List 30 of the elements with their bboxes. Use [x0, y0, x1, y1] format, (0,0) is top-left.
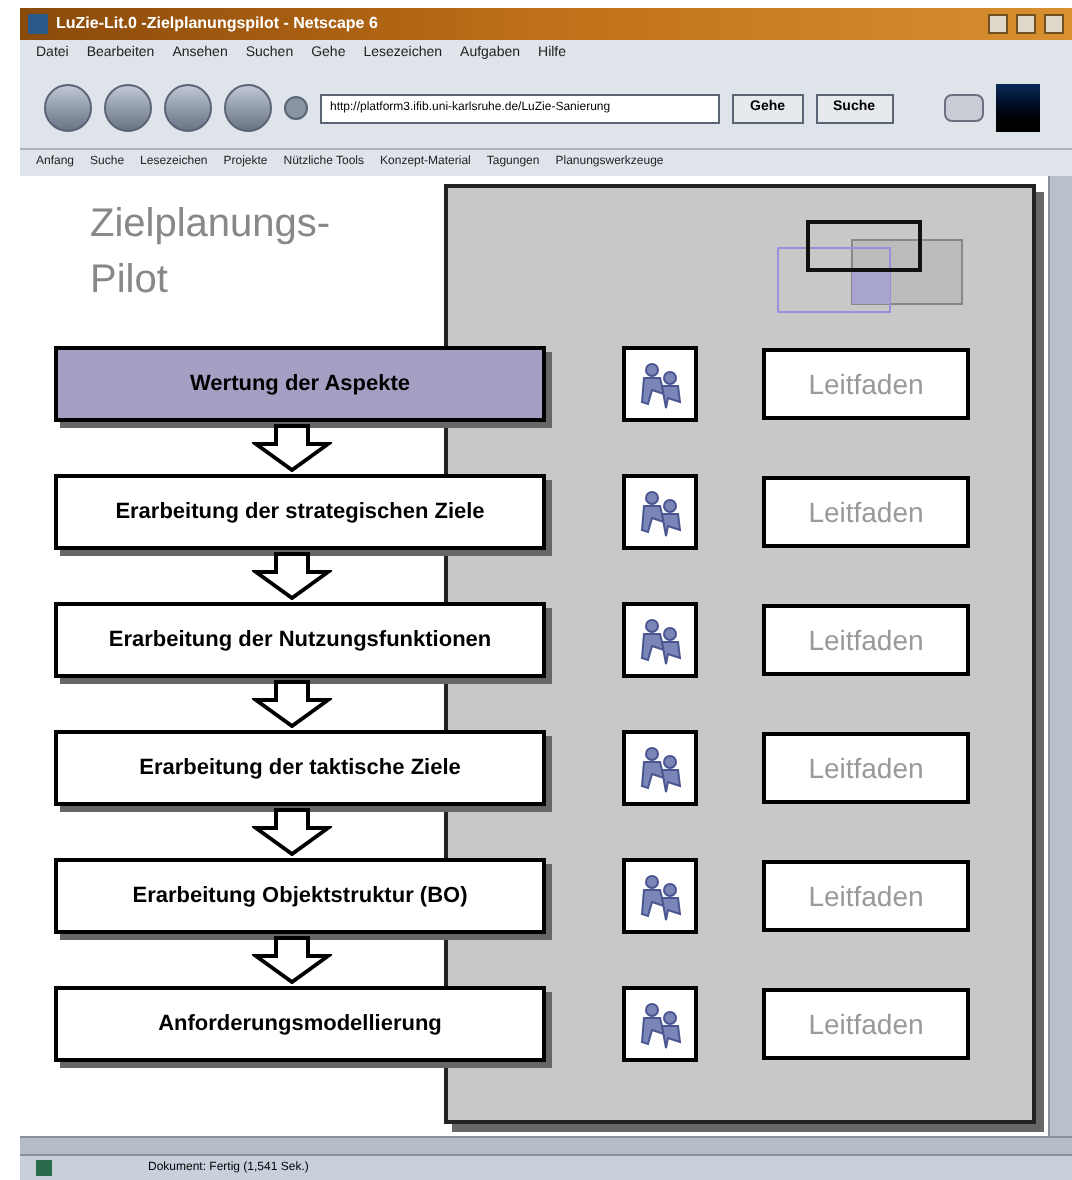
down-arrow-icon [252, 936, 332, 984]
page-title: Zielplanungs- Pilot [90, 200, 331, 306]
maximize-button[interactable] [1016, 14, 1036, 34]
step-button[interactable]: Erarbeitung der Nutzungsfunktionen [54, 602, 546, 678]
down-arrow-icon [252, 552, 332, 600]
minimize-button[interactable] [988, 14, 1008, 34]
vertical-scrollbar[interactable] [1048, 176, 1072, 1136]
window-title: LuZie-Lit.0 -Zielplanungspilot - Netscape 6 [56, 12, 380, 36]
nav-button-icon[interactable] [224, 84, 272, 132]
figures-button[interactable] [622, 858, 698, 934]
step-button[interactable]: Erarbeitung der taktische Ziele [54, 730, 546, 806]
step-button[interactable]: Wertung der Aspekte [54, 346, 546, 422]
app-icon [28, 14, 48, 34]
step-button[interactable]: Anforderungsmodellierung [54, 986, 546, 1062]
step-button[interactable]: Erarbeitung Objektstruktur (BO) [54, 858, 546, 934]
figures-button[interactable] [622, 474, 698, 550]
figures-button[interactable] [622, 730, 698, 806]
down-arrow-icon [252, 808, 332, 856]
figures-button[interactable] [622, 602, 698, 678]
close-button[interactable] [1044, 14, 1064, 34]
nav-button-icon[interactable] [164, 84, 212, 132]
step-button[interactable]: Erarbeitung der strategischen Ziele [54, 474, 546, 550]
nav-button-icon[interactable] [44, 84, 92, 132]
figures-button[interactable] [622, 346, 698, 422]
nav-button-icon[interactable] [104, 84, 152, 132]
down-arrow-icon [252, 424, 332, 472]
horizontal-scrollbar[interactable] [20, 1136, 1072, 1156]
down-arrow-icon [252, 680, 332, 728]
status-icon [36, 1160, 52, 1176]
figures-button[interactable] [622, 986, 698, 1062]
